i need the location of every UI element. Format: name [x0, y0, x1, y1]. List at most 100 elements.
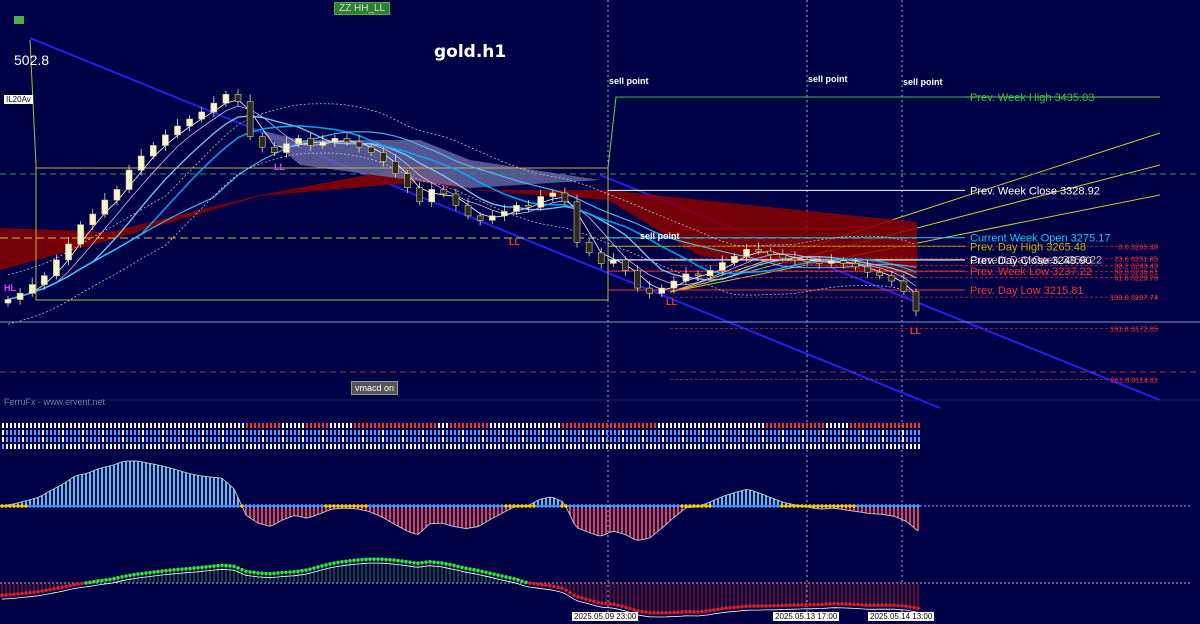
candle[interactable]: [610, 259, 617, 264]
candle[interactable]: [573, 201, 581, 243]
candle[interactable]: [815, 261, 823, 264]
candle[interactable]: [912, 291, 920, 312]
candle[interactable]: [488, 215, 496, 221]
oscillator-dot: [20, 591, 24, 596]
candle[interactable]: [125, 169, 133, 190]
candle[interactable]: [452, 193, 460, 206]
candle[interactable]: [186, 118, 193, 127]
signal-tick: [146, 423, 148, 428]
candle[interactable]: [428, 189, 436, 203]
candle[interactable]: [864, 266, 871, 273]
candle[interactable]: [755, 249, 762, 252]
candle[interactable]: [634, 270, 641, 289]
signal-tick: [18, 423, 20, 428]
zero-dot: [648, 504, 652, 508]
candle[interactable]: [77, 224, 84, 245]
candle[interactable]: [852, 263, 859, 268]
candle[interactable]: [840, 260, 847, 264]
signal-tick: [222, 430, 224, 435]
candle[interactable]: [658, 287, 666, 294]
candle[interactable]: [876, 271, 883, 277]
candle[interactable]: [246, 101, 254, 137]
candle[interactable]: [198, 111, 206, 120]
signal-tick: [742, 430, 744, 435]
candle[interactable]: [791, 257, 799, 261]
candle[interactable]: [803, 259, 811, 262]
signal-tick: [358, 430, 360, 435]
candle[interactable]: [295, 138, 302, 144]
candle[interactable]: [210, 102, 218, 113]
candle[interactable]: [476, 215, 484, 221]
candle[interactable]: [65, 243, 72, 261]
candle[interactable]: [28, 284, 36, 294]
candle[interactable]: [380, 152, 387, 162]
candle[interactable]: [162, 134, 169, 146]
candle[interactable]: [464, 205, 472, 217]
candle[interactable]: [561, 192, 569, 203]
candle[interactable]: [731, 256, 738, 263]
signal-tick: [694, 437, 696, 442]
candle[interactable]: [549, 192, 557, 197]
candle[interactable]: [416, 187, 423, 203]
candle[interactable]: [101, 199, 109, 215]
signal-tick: [446, 444, 448, 449]
oscillator-dot: [648, 611, 652, 615]
candle[interactable]: [307, 138, 314, 146]
vmacd-button[interactable]: vmacd on: [351, 381, 399, 395]
candle[interactable]: [827, 260, 835, 264]
candle[interactable]: [234, 94, 242, 102]
signal-tick: [910, 423, 912, 428]
signal-tick: [450, 437, 452, 442]
candle[interactable]: [706, 270, 714, 277]
candle[interactable]: [525, 205, 532, 208]
candle[interactable]: [718, 262, 726, 271]
price-chart[interactable]: Prev. Week High 3435.03 Prev. Week Close …: [0, 0, 1200, 624]
signal-tick: [90, 437, 92, 442]
candle[interactable]: [682, 273, 690, 282]
candle[interactable]: [343, 138, 351, 143]
candle[interactable]: [694, 273, 702, 277]
candle[interactable]: [113, 189, 121, 201]
candle[interactable]: [888, 275, 896, 282]
signal-tick: [2, 430, 4, 435]
signal-tick: [810, 444, 812, 449]
candle[interactable]: [41, 275, 48, 285]
candle[interactable]: [501, 211, 508, 217]
candle[interactable]: [149, 145, 157, 157]
candle[interactable]: [355, 141, 363, 148]
candle[interactable]: [367, 146, 375, 153]
candle[interactable]: [597, 252, 605, 264]
candle[interactable]: [404, 173, 411, 189]
candle[interactable]: [331, 138, 339, 143]
signal-tick: [410, 430, 412, 435]
candle[interactable]: [585, 241, 593, 254]
signal-tick: [186, 444, 188, 449]
candle[interactable]: [89, 213, 97, 225]
candle[interactable]: [779, 254, 787, 259]
signal-tick: [38, 430, 40, 435]
candle[interactable]: [137, 155, 145, 171]
candle[interactable]: [271, 146, 278, 153]
candle[interactable]: [222, 94, 230, 104]
candle[interactable]: [670, 280, 678, 289]
candle[interactable]: [319, 141, 327, 146]
candle[interactable]: [283, 143, 290, 153]
zero-dot: [248, 504, 252, 508]
candle[interactable]: [53, 259, 60, 277]
candle[interactable]: [4, 299, 12, 304]
candle[interactable]: [646, 287, 653, 294]
candle[interactable]: [440, 189, 448, 195]
candle[interactable]: [743, 249, 750, 257]
candle[interactable]: [392, 160, 399, 174]
candle[interactable]: [537, 196, 544, 208]
signal-tick: [310, 437, 312, 442]
candle[interactable]: [767, 250, 775, 255]
candle[interactable]: [513, 205, 520, 212]
candle[interactable]: [258, 136, 266, 148]
zero-dot: [740, 504, 744, 508]
oscillator-dot: [684, 610, 688, 614]
candle[interactable]: [16, 293, 24, 300]
candle[interactable]: [622, 259, 629, 271]
candle[interactable]: [174, 125, 181, 136]
candle[interactable]: [900, 280, 908, 292]
